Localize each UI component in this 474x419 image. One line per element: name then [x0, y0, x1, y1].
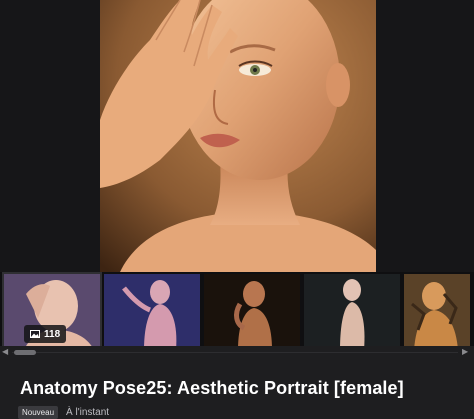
thumbnail-3[interactable]: [204, 274, 300, 350]
image-count-badge: 118: [24, 325, 67, 343]
new-badge: Nouveau: [18, 406, 59, 419]
thumbnail-1[interactable]: 118: [2, 272, 102, 352]
thumbnail-5[interactable]: [404, 274, 470, 350]
main-image-viewer[interactable]: [0, 0, 474, 272]
image-count: 118: [44, 328, 61, 340]
scrollbar-track: [12, 352, 458, 353]
scroll-left-arrow-icon[interactable]: ◀: [2, 348, 10, 356]
post-time: À l'instant: [66, 407, 110, 418]
thumbnail-strip[interactable]: 118: [0, 272, 474, 352]
post-meta: Nouveau À l'instant: [18, 406, 109, 419]
thumbnail-scrollbar[interactable]: ◀ ▶: [0, 346, 474, 358]
post-title[interactable]: Anatomy Pose25: Aesthetic Portrait [fema…: [20, 378, 404, 399]
viewer-left-margin: [0, 0, 100, 272]
main-image[interactable]: [100, 0, 376, 272]
thumbnail-2[interactable]: [104, 274, 200, 350]
image-icon: [30, 330, 40, 338]
thumbnail-4[interactable]: [304, 274, 400, 350]
viewer-right-margin: [376, 0, 474, 272]
scrollbar-thumb[interactable]: [14, 350, 36, 355]
scroll-right-arrow-icon[interactable]: ▶: [462, 348, 470, 356]
